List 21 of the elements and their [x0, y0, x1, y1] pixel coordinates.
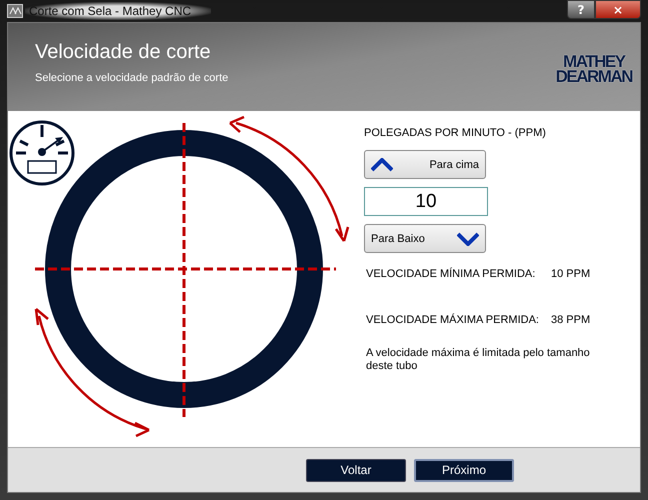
limit-value: 38 PPM	[551, 314, 590, 326]
down-button[interactable]: Para Baixo	[364, 224, 486, 253]
chevron-up-icon	[371, 158, 393, 172]
page-subtitle: Selecione a velocidade padrão de corte	[35, 72, 228, 84]
limit-label: VELOCIDADE MÁXIMA PERMIDA:	[366, 314, 540, 326]
chevron-down-icon	[457, 232, 479, 246]
nav-button[interactable]: Voltar	[306, 458, 406, 482]
limit-value: 10 PPM	[551, 268, 590, 280]
close-button[interactable]: ×	[595, 0, 641, 19]
app-icon	[7, 4, 23, 18]
limit-note: A velocidade máxima é limitada pelo tamanho deste tubo	[366, 347, 591, 373]
nav-button[interactable]: Próximo	[414, 458, 514, 482]
help-button[interactable]: ?	[567, 0, 595, 19]
speed-input[interactable]: 10	[364, 187, 488, 216]
logo-text: DEARMAN	[556, 69, 632, 84]
logo-text: MATHEY	[563, 54, 625, 69]
up-button[interactable]: Para cima	[364, 150, 486, 179]
limit-label: VELOCIDADE MÍNIMA PERMIDA:	[366, 268, 536, 280]
speedometer-icon	[10, 120, 74, 186]
page-title: Velocidade de corte	[35, 41, 212, 64]
unit-label: POLEGADAS POR MINUTO - (PPM)	[364, 127, 546, 139]
